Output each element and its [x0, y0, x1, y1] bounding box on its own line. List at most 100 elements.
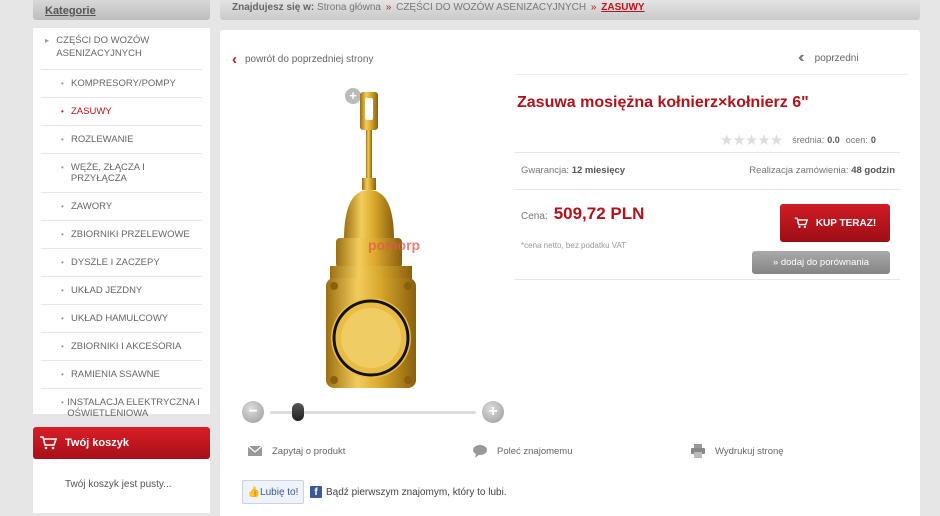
breadcrumb-current[interactable]: ZASUWY — [601, 2, 644, 13]
sidebar-category-item[interactable]: • ZASUWY — [41, 98, 202, 126]
sidebar-category-label: UKŁAD JEZDNY — [71, 285, 143, 296]
sidebar-category-item[interactable]: • RAMIENIA SSAWNE — [41, 361, 202, 389]
bullet-icon: • — [61, 314, 64, 323]
sidebar-category-label: DYSZLE I ZACZEPY — [71, 257, 160, 268]
categories-header: Kategorie — [33, 0, 210, 20]
fulfillment-label: Realizacja zamówienia: — [749, 165, 849, 176]
bullet-icon: • — [61, 163, 64, 172]
main-content: ‹ powrót do poprzedniej strony ‹‹ poprze… — [220, 30, 920, 516]
rating: ★★★★★ średnia: 0.0 ocen: 0 — [720, 131, 882, 149]
product-watermark: pomorp — [368, 237, 420, 253]
price-label: Cena: — [521, 211, 548, 222]
buy-now-label: KUP TERAZ! — [815, 217, 877, 229]
category-parent[interactable]: ▸ CZĘŚCI DO WOZÓW ASENIZACYJNYCH — [41, 32, 202, 70]
breadcrumb-prefix: Znajdujesz się w: — [232, 2, 315, 13]
bullet-icon: • — [61, 202, 64, 211]
sidebar-category-label: ZBIORNIKI PRZELEWOWE — [71, 229, 190, 240]
info-row: Gwarancja: 12 miesięcy Realizacja zamówi… — [521, 165, 895, 176]
zoom-out-icon[interactable]: − — [242, 401, 264, 423]
breadcrumb-separator: » — [590, 2, 597, 13]
warranty: Gwarancja: 12 miesięcy — [521, 165, 625, 176]
category-box: ▸ CZĘŚCI DO WOZÓW ASENIZACYJNYCH • KOMPRE… — [33, 28, 210, 428]
avg-value: 0.0 — [827, 135, 840, 145]
avg-label: średnia: — [792, 135, 825, 145]
sidebar-category-label: INSTALACJA ELEKTRYCZNA I OŚWIETLENIOWA — [67, 397, 200, 419]
sidebar-category-label: ZBIORNIKI I AKCESORIA — [71, 341, 182, 352]
back-link-label: powrót do poprzedniej strony — [245, 54, 374, 65]
previous-link[interactable]: ‹‹ poprzedni — [798, 49, 859, 67]
bullet-icon: • — [61, 342, 64, 351]
recommend-link[interactable]: Poleć znajomemu — [472, 444, 573, 458]
previous-label: poprzedni — [814, 52, 859, 64]
sidebar-category-item[interactable]: • INSTALACJA ELEKTRYCZNA I OŚWIETLENIOWA — [41, 389, 202, 428]
double-chevron-left-icon: ‹‹ — [798, 49, 804, 66]
bullet-icon: • — [61, 107, 64, 116]
fulfillment-value: 48 godzin — [851, 165, 895, 176]
zoom-in-button-icon[interactable]: + — [482, 401, 504, 423]
ask-label: Zapytaj o produkt — [272, 445, 346, 457]
bullet-icon: • — [61, 230, 64, 239]
bullet-icon: • — [61, 370, 64, 379]
category-parent-label: CZĘŚCI DO WOZÓW ASENIZACYJNYCH — [56, 35, 150, 59]
category-list: • KOMPRESORY/POMPY • ZASUWY • ROZLEWANIE • WĘŻE… — [41, 70, 202, 428]
warranty-label: Gwarancja: — [521, 165, 570, 176]
thumbs-up-icon: 👍 — [247, 486, 261, 498]
product-image[interactable]: pomorp — [316, 90, 426, 404]
sidebar-category-item[interactable]: • ZBIORNIKI PRZELEWOWE — [41, 221, 202, 249]
back-link[interactable]: ‹ powrót do poprzedniej strony — [232, 51, 373, 68]
breadcrumb: Znajdujesz się w: Strona główna » CZĘŚCI… — [220, 0, 920, 20]
sidebar-category-label: ROZLEWANIE — [71, 134, 134, 145]
product-title: Zasuwa mosiężna kołnierz×kołnierz 6" — [517, 94, 809, 111]
price-value: 509,72 PLN — [553, 204, 645, 223]
buy-now-button[interactable]: KUP TERAZ! — [780, 204, 890, 242]
ask-about-product-link[interactable]: Zapytaj o produkt — [247, 444, 345, 458]
price: Cena: 509,72 PLN — [521, 204, 644, 224]
zoom-handle[interactable] — [292, 403, 304, 421]
speech-bubble-icon — [473, 445, 487, 458]
sidebar-category-item[interactable]: • ZBIORNIKI I AKCESORIA — [41, 333, 202, 361]
mail-icon — [247, 445, 263, 456]
categories-title[interactable]: Kategorie — [45, 5, 96, 17]
bullet-icon: • — [61, 258, 64, 267]
breadcrumb-separator: » — [385, 2, 392, 13]
sidebar-category-item[interactable]: • ROZLEWANIE — [41, 126, 202, 154]
sidebar-category-item[interactable]: • DYSZLE I ZACZEPY — [41, 249, 202, 277]
sidebar-category-label: ZASUWY — [71, 106, 112, 117]
votes-label: ocen: — [845, 135, 868, 145]
divider — [515, 279, 900, 280]
rating-stars[interactable]: ★★★★★ — [720, 131, 783, 149]
sidebar-category-item[interactable]: • UKŁAD JEZDNY — [41, 277, 202, 305]
chevron-left-icon: ‹ — [232, 51, 237, 68]
divider — [515, 152, 900, 153]
breadcrumb-category[interactable]: CZĘŚCI DO WOZÓW ASENIZACYJNYCH — [396, 2, 586, 13]
cart-header[interactable]: Twój koszyk — [33, 427, 210, 459]
print-link[interactable]: Wydrukuj stronę — [690, 444, 784, 458]
zoom-slider[interactable]: − + — [242, 400, 504, 424]
cart-icon — [40, 436, 57, 450]
sidebar-category-item[interactable]: • WĘŻE, ZŁĄCZA I PRZYŁĄCZA — [41, 154, 202, 193]
facebook-social-text: f Bądź pierwszym znajomym, który to lubi… — [310, 486, 507, 498]
sidebar-category-label: UKŁAD HAMULCOWY — [71, 313, 169, 324]
sidebar: Kategorie ▸ CZĘŚCI DO WOZÓW ASENIZACYJNY… — [33, 0, 210, 516]
sidebar-category-item[interactable]: • ZAWORY — [41, 193, 202, 221]
like-label: Lubię to! — [260, 486, 299, 498]
arrow-right-icon: ▸ — [45, 36, 50, 45]
print-label: Wydrukuj stronę — [715, 445, 784, 457]
facebook-like-button[interactable]: 👍 Lubię to! — [242, 480, 304, 504]
breadcrumb-home[interactable]: Strona główna — [317, 2, 381, 13]
sidebar-category-item[interactable]: • UKŁAD HAMULCOWY — [41, 305, 202, 333]
add-to-compare-button[interactable]: » dodaj do porównania — [752, 251, 890, 274]
warranty-value: 12 miesięcy — [571, 165, 626, 176]
sidebar-category-item[interactable]: • KOMPRESORY/POMPY — [41, 70, 202, 98]
votes-value: 0 — [870, 135, 876, 145]
vat-note: *cena netto, bez podatku VAT — [521, 241, 627, 250]
divider — [515, 74, 908, 75]
sidebar-category-label: RAMIENIA SSAWNE — [71, 369, 160, 380]
sidebar-category-label: WĘŻE, ZŁĄCZA I PRZYŁĄCZA — [70, 162, 145, 184]
bullet-icon: • — [61, 135, 64, 144]
cart-icon — [794, 217, 808, 228]
sidebar-category-label: KOMPRESORY/POMPY — [71, 78, 176, 89]
printer-icon — [691, 444, 705, 458]
cart-empty-text: Twój koszyk jest pusty... — [65, 479, 172, 490]
fulfillment: Realizacja zamówienia: 48 godzin — [749, 165, 895, 176]
